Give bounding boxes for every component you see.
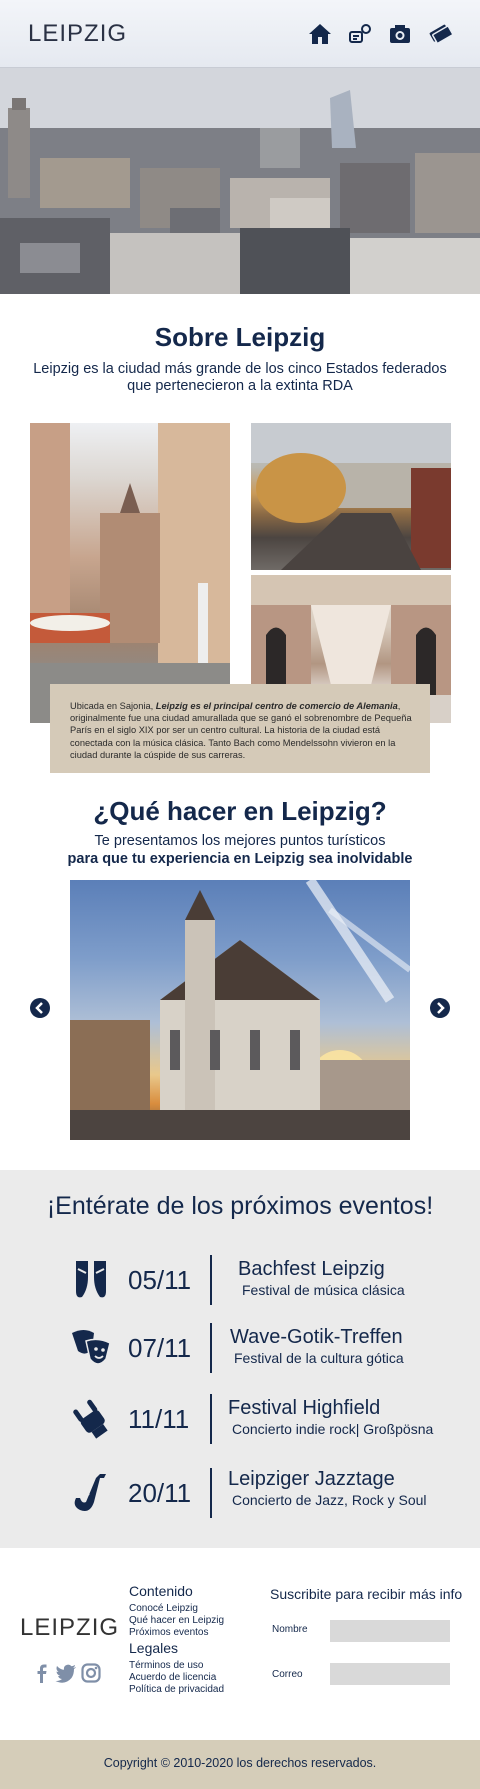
- event-date: 20/11: [128, 1478, 192, 1508]
- rock-hand-icon: [70, 1398, 112, 1440]
- city-skyline-image: [0, 68, 480, 294]
- footer-link[interactable]: Acuerdo de licencia: [129, 1672, 224, 1684]
- copyright-text: Copyright © 2010-2020 los derechos reser…: [103, 1756, 377, 1770]
- tickets-icon[interactable]: [428, 22, 454, 46]
- facebook-icon[interactable]: [33, 1663, 51, 1687]
- ballet-shoes-icon: [70, 1259, 112, 1301]
- top-navbar: LEIPZIG: [0, 0, 480, 68]
- footer-link[interactable]: Próximos eventos: [129, 1627, 224, 1639]
- canal-photo: [251, 423, 451, 570]
- event-subtitle: Concierto de Jazz, Rock y Soul: [232, 1492, 427, 1508]
- event-divider: [210, 1323, 212, 1373]
- que-hacer-line2: para que tu experiencia en Leipzig sea i…: [67, 851, 413, 867]
- info-intro: Ubicada en Sajonia,: [70, 701, 156, 711]
- event-subtitle: Concierto indie rock| Großpösna: [232, 1421, 434, 1437]
- footer-link[interactable]: Qué hacer en Leipzig: [129, 1615, 224, 1627]
- event-subtitle: Festival de música clásica: [242, 1282, 405, 1298]
- carousel-next-button[interactable]: [430, 998, 450, 1018]
- logo[interactable]: LEIPZIG: [28, 20, 127, 48]
- twitter-icon[interactable]: [55, 1663, 77, 1687]
- event-row[interactable]: 05/11 Bachfest Leipzig Festival de músic…: [0, 1255, 480, 1305]
- footer-link[interactable]: Términos de uso: [129, 1660, 224, 1672]
- carousel-church-image[interactable]: [70, 880, 410, 1140]
- event-divider: [210, 1255, 212, 1305]
- events-section: ¡Entérate de los próximos eventos! 05/11…: [0, 1170, 480, 1548]
- event-row[interactable]: 20/11 Leipziger Jazztage Concierto de Ja…: [0, 1468, 480, 1518]
- name-label: Nombre: [272, 1624, 308, 1635]
- events-title: ¡Entérate de los próximos eventos!: [46, 1192, 434, 1220]
- email-label: Correo: [272, 1669, 303, 1680]
- footer-link[interactable]: Conocé Leipzig: [129, 1603, 224, 1615]
- event-name: Leipziger Jazztage: [228, 1468, 395, 1490]
- que-hacer-title: ¿Qué hacer en Leipzig?: [93, 796, 387, 826]
- footer-logo[interactable]: LEIPZIG: [20, 1614, 119, 1642]
- event-name: Bachfest Leipzig: [238, 1258, 385, 1280]
- event-date: 05/11: [128, 1265, 192, 1295]
- event-date: 07/11: [128, 1333, 192, 1363]
- main-nav: [308, 22, 454, 46]
- name-field[interactable]: [330, 1620, 450, 1642]
- event-name: Festival Highfield: [228, 1397, 381, 1419]
- about-subtitle: Leipzig es la ciudad más grande de los c…: [33, 361, 447, 394]
- footer-legales-title: Legales: [129, 1640, 179, 1656]
- about-info-box: Ubicada en Sajonia, Leipzig es el princi…: [50, 684, 430, 773]
- about-title: Sobre Leipzig: [154, 322, 326, 352]
- street-photo: [30, 423, 230, 723]
- theater-masks-icon: [70, 1327, 112, 1369]
- footer-links: Contenido Conocé Leipzig Qué hacer en Le…: [129, 1582, 224, 1696]
- home-icon[interactable]: [308, 22, 332, 46]
- que-hacer-line1: Te presentamos los mejores puntos turíst…: [94, 833, 386, 849]
- event-row[interactable]: 11/11 Festival Highfield Concierto indie…: [0, 1394, 480, 1444]
- saxophone-icon: [70, 1472, 112, 1514]
- event-subtitle: Festival de la cultura gótica: [234, 1350, 404, 1366]
- camera-icon[interactable]: [388, 22, 412, 46]
- hero-banner: LEIPZIG: [0, 0, 480, 294]
- event-date: 11/11: [128, 1404, 190, 1434]
- subscribe-title: Suscribite para recibir más info: [270, 1586, 463, 1602]
- copyright-bar: Copyright © 2010-2020 los derechos reser…: [0, 1740, 480, 1789]
- social-links: [33, 1663, 101, 1687]
- event-row[interactable]: 07/11 Wave-Gotik-Treffen Festival de la …: [0, 1323, 480, 1373]
- instagram-icon[interactable]: [81, 1663, 101, 1687]
- event-divider: [210, 1468, 212, 1518]
- event-divider: [210, 1394, 212, 1444]
- email-field[interactable]: [330, 1663, 450, 1685]
- footer-contenido-title: Contenido: [129, 1583, 193, 1599]
- event-name: Wave-Gotik-Treffen: [230, 1326, 403, 1348]
- attractions-icon[interactable]: [348, 22, 372, 46]
- footer-link[interactable]: Política de privacidad: [129, 1684, 224, 1696]
- carousel-prev-button[interactable]: [30, 998, 50, 1018]
- info-bold: Leipzig es el principal centro de comerc…: [155, 701, 398, 711]
